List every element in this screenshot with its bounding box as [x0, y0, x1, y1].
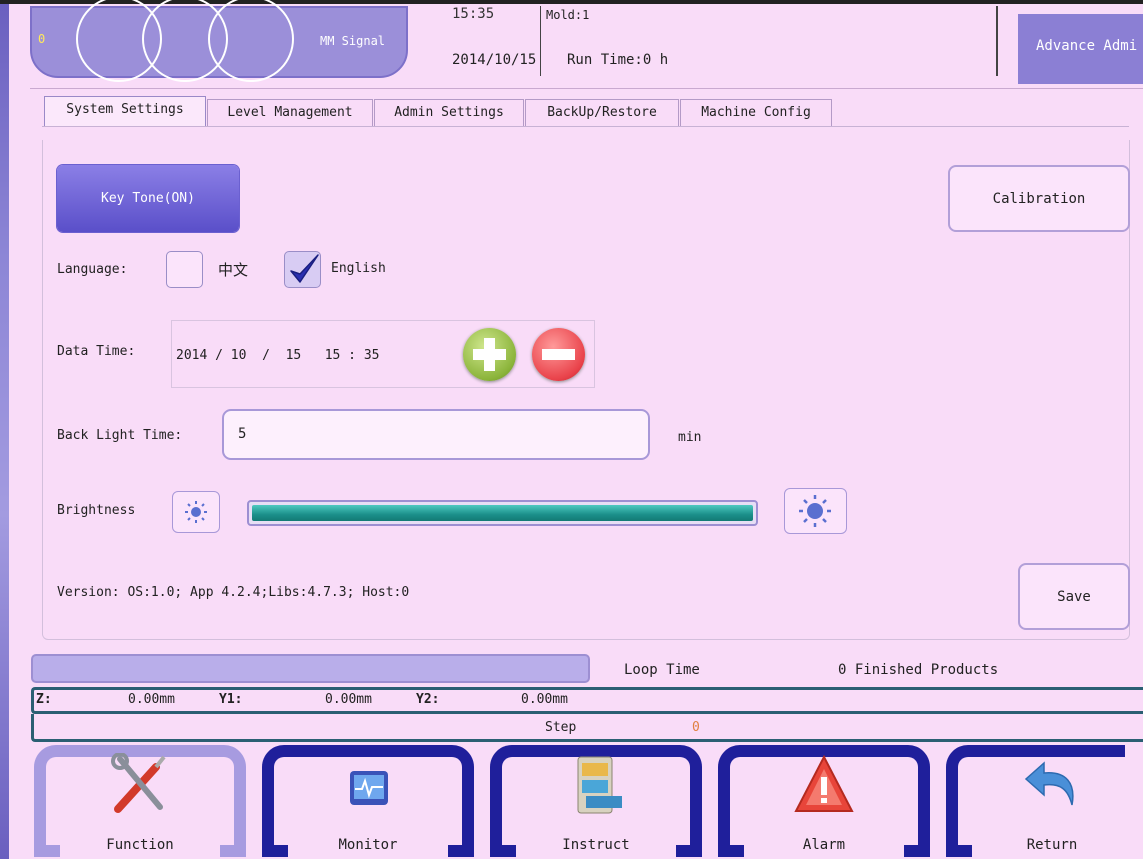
clock-date: 2014/10/15 — [452, 52, 537, 68]
header-divider — [996, 6, 998, 76]
step-label: Step — [545, 720, 577, 735]
chinese-label: 中文 — [218, 261, 249, 279]
increase-button[interactable] — [463, 328, 516, 381]
decor-circle — [208, 0, 294, 82]
brightness-fill — [252, 505, 753, 521]
tools-icon — [111, 753, 166, 813]
sun-small-icon — [185, 501, 207, 523]
monitor-icon — [350, 771, 388, 805]
return-arrow-icon — [1024, 761, 1074, 806]
nav-label: Alarm — [802, 837, 846, 853]
cabinet-icon — [577, 756, 622, 814]
counter-value: 0 — [38, 32, 46, 46]
clock-time: 15:35 — [452, 6, 495, 22]
y1-value: 0.00mm — [325, 692, 372, 707]
backlight-time-input[interactable]: 5 — [222, 409, 650, 460]
minus-icon — [542, 349, 575, 360]
y2-value: 0.00mm — [521, 692, 568, 707]
loop-time-label: Loop Time — [624, 662, 700, 678]
brightness-decrease-button[interactable] — [172, 491, 220, 533]
tab-divider — [42, 126, 1129, 127]
nav-function[interactable]: Function — [34, 745, 246, 859]
language-label: Language: — [57, 262, 128, 277]
datetime-value[interactable]: 2014 / 10 / 15 15 : 35 — [176, 348, 380, 363]
checkmark-icon — [290, 254, 319, 283]
nav-alarm[interactable]: Alarm — [718, 745, 930, 859]
cycle-progress-bar — [31, 654, 590, 683]
datetime-label: Data Time: — [57, 344, 136, 359]
calibration-button[interactable]: Calibration — [948, 165, 1130, 232]
mold-label: Mold:1 — [546, 8, 590, 22]
axis-position-bar — [31, 687, 1143, 714]
english-checkbox[interactable] — [284, 251, 321, 288]
signal-label: MM Signal — [320, 34, 386, 48]
tab-admin-settings[interactable]: Admin Settings — [374, 99, 524, 126]
finished-products: 0 Finished Products — [838, 662, 999, 678]
plus-icon — [473, 338, 506, 371]
nav-return[interactable]: Return — [946, 745, 1143, 859]
y2-label: Y2: — [416, 692, 440, 707]
step-bar — [31, 714, 1143, 742]
version-info: Version: OS:1.0; App 4.2.4;Libs:4.7.3; H… — [57, 585, 410, 600]
save-button[interactable]: Save — [1018, 563, 1130, 630]
left-edge-strip — [0, 0, 9, 859]
nav-instruct[interactable]: Instruct — [490, 745, 702, 859]
user-level-label: Advance Admi — [1036, 38, 1138, 54]
key-tone-button[interactable]: Key Tone(ON) — [57, 165, 239, 232]
tab-level-management[interactable]: Level Management — [207, 99, 373, 126]
sun-large-icon — [799, 495, 831, 527]
warning-icon — [794, 754, 854, 812]
brightness-label: Brightness — [57, 503, 136, 518]
z-value: 0.00mm — [128, 692, 175, 707]
header-divider — [540, 6, 541, 76]
backlight-label: Back Light Time: — [57, 428, 183, 443]
nav-edge — [1125, 745, 1143, 859]
nav-label: Function — [106, 837, 174, 853]
nav-label: Instruct — [562, 837, 630, 853]
nav-label: Monitor — [338, 837, 398, 853]
tab-machine-config[interactable]: Machine Config — [680, 99, 832, 126]
step-value: 0 — [692, 720, 700, 735]
brightness-increase-button[interactable] — [784, 488, 847, 534]
brightness-slider[interactable] — [247, 500, 758, 526]
chinese-checkbox[interactable] — [166, 251, 203, 288]
nav-monitor[interactable]: Monitor — [262, 745, 474, 859]
nav-label: Return — [1026, 837, 1078, 853]
tab-system-settings[interactable]: System Settings — [44, 96, 206, 127]
backlight-unit: min — [678, 430, 702, 445]
header-divider — [30, 88, 1143, 89]
tab-backup-restore[interactable]: BackUp/Restore — [525, 99, 679, 126]
decrease-button[interactable] — [532, 328, 585, 381]
z-label: Z: — [36, 692, 52, 707]
run-time: Run Time:0 h — [567, 52, 669, 68]
y1-label: Y1: — [219, 692, 243, 707]
english-label: English — [331, 261, 386, 276]
